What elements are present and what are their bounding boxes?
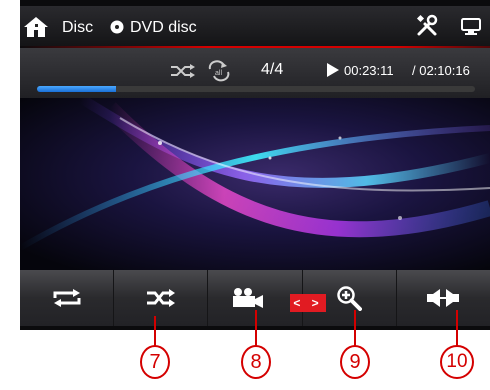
zoom-icon [337, 286, 363, 311]
header-bar: Disc DVD disc [20, 6, 490, 46]
callout-10: 10 [440, 345, 474, 379]
callout-line [354, 310, 356, 346]
home-icon[interactable] [23, 15, 49, 39]
callout-line [456, 310, 458, 346]
callout-line [154, 316, 156, 346]
svg-text:all: all [215, 70, 222, 77]
video-frame-image [20, 98, 490, 270]
repeat-button[interactable] [20, 270, 115, 326]
shuffle-icon [146, 289, 175, 307]
callout-line [255, 310, 257, 346]
elapsed-time: 00:23:11 [344, 63, 394, 78]
repeat-all-icon: all [208, 60, 230, 82]
callout-8: 8 [241, 345, 271, 379]
source-label: DVD disc [130, 19, 197, 36]
audio-channel-button[interactable] [397, 270, 490, 326]
shuffle-button[interactable] [114, 270, 209, 326]
speaker-channel-icon [427, 289, 460, 307]
total-time: / 02:10:16 [412, 63, 470, 78]
page-title: Disc [62, 19, 94, 36]
repeat-icon [53, 289, 81, 307]
play-icon [327, 63, 339, 77]
tools-icon[interactable] [415, 14, 439, 38]
disc-icon [110, 20, 124, 34]
shuffle-icon [171, 64, 195, 78]
callout-7: 7 [140, 345, 170, 379]
video-camera-icon [233, 288, 263, 308]
track-counter: 4/4 [261, 61, 284, 78]
angle-arrows-badge: < > [290, 294, 326, 312]
callout-9: 9 [340, 345, 370, 379]
progress-fill [37, 86, 116, 92]
video-area[interactable] [20, 98, 490, 270]
display-icon[interactable] [460, 15, 482, 37]
progress-bar[interactable] [37, 86, 475, 92]
